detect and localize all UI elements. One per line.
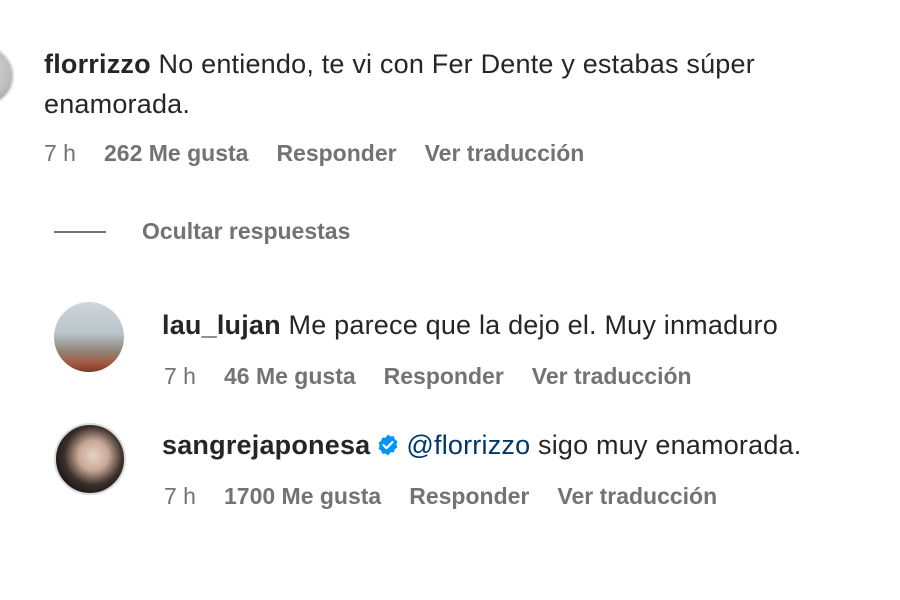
sangrejaponesa-avatar[interactable]: [54, 423, 126, 495]
see-translation-button[interactable]: Ver traducción: [557, 483, 717, 510]
comment-text: No entiendo, te vi con Fer Dente y estab…: [44, 49, 755, 119]
lau-lujan-avatar[interactable]: [54, 302, 124, 372]
instagram-comments-panel: florrizzo No entiendo, te vi con Fer Den…: [0, 0, 900, 600]
reply-time[interactable]: 7 h: [164, 483, 196, 510]
see-translation-button[interactable]: Ver traducción: [532, 363, 692, 390]
reply-text: Me parece que la dejo el. Muy inmaduro: [288, 310, 778, 340]
verified-badge-icon: [378, 434, 398, 456]
reply-sangrejaponesa: sangrejaponesa @florrizzo sigo muy enamo…: [162, 425, 801, 465]
comment-time[interactable]: 7 h: [44, 140, 76, 167]
reply-lau-lujan: lau_lujan Me parece que la dejo el. Muy …: [162, 305, 778, 345]
reply-text: sigo muy enamorada.: [538, 430, 802, 460]
hide-replies-label: Ocultar respuestas: [142, 218, 351, 244]
hide-replies-button[interactable]: Ocultar respuestas: [54, 218, 350, 245]
reply-button[interactable]: Responder: [384, 363, 504, 390]
reply-button[interactable]: Responder: [276, 140, 396, 167]
reply-meta: 7 h 1700 Me gusta Responder Ver traducci…: [164, 483, 745, 510]
reply-username[interactable]: sangrejaponesa: [162, 430, 370, 460]
reply-username[interactable]: lau_lujan: [162, 310, 281, 340]
reply-button[interactable]: Responder: [409, 483, 529, 510]
reply-meta: 7 h 46 Me gusta Responder Ver traducción: [164, 363, 720, 390]
comment-likes[interactable]: 262 Me gusta: [104, 140, 248, 167]
reply-time[interactable]: 7 h: [164, 363, 196, 390]
reply-likes[interactable]: 46 Me gusta: [224, 363, 356, 390]
comment-meta: 7 h 262 Me gusta Responder Ver traducció…: [44, 140, 612, 167]
see-translation-button[interactable]: Ver traducción: [425, 140, 585, 167]
reply-likes[interactable]: 1700 Me gusta: [224, 483, 381, 510]
comment-username[interactable]: florrizzo: [44, 49, 151, 79]
comment-florrizzo: florrizzo No entiendo, te vi con Fer Den…: [44, 44, 884, 124]
reply-mention[interactable]: @florrizzo: [406, 430, 530, 460]
hide-replies-divider: [54, 230, 106, 233]
florrizzo-avatar[interactable]: [0, 46, 14, 106]
